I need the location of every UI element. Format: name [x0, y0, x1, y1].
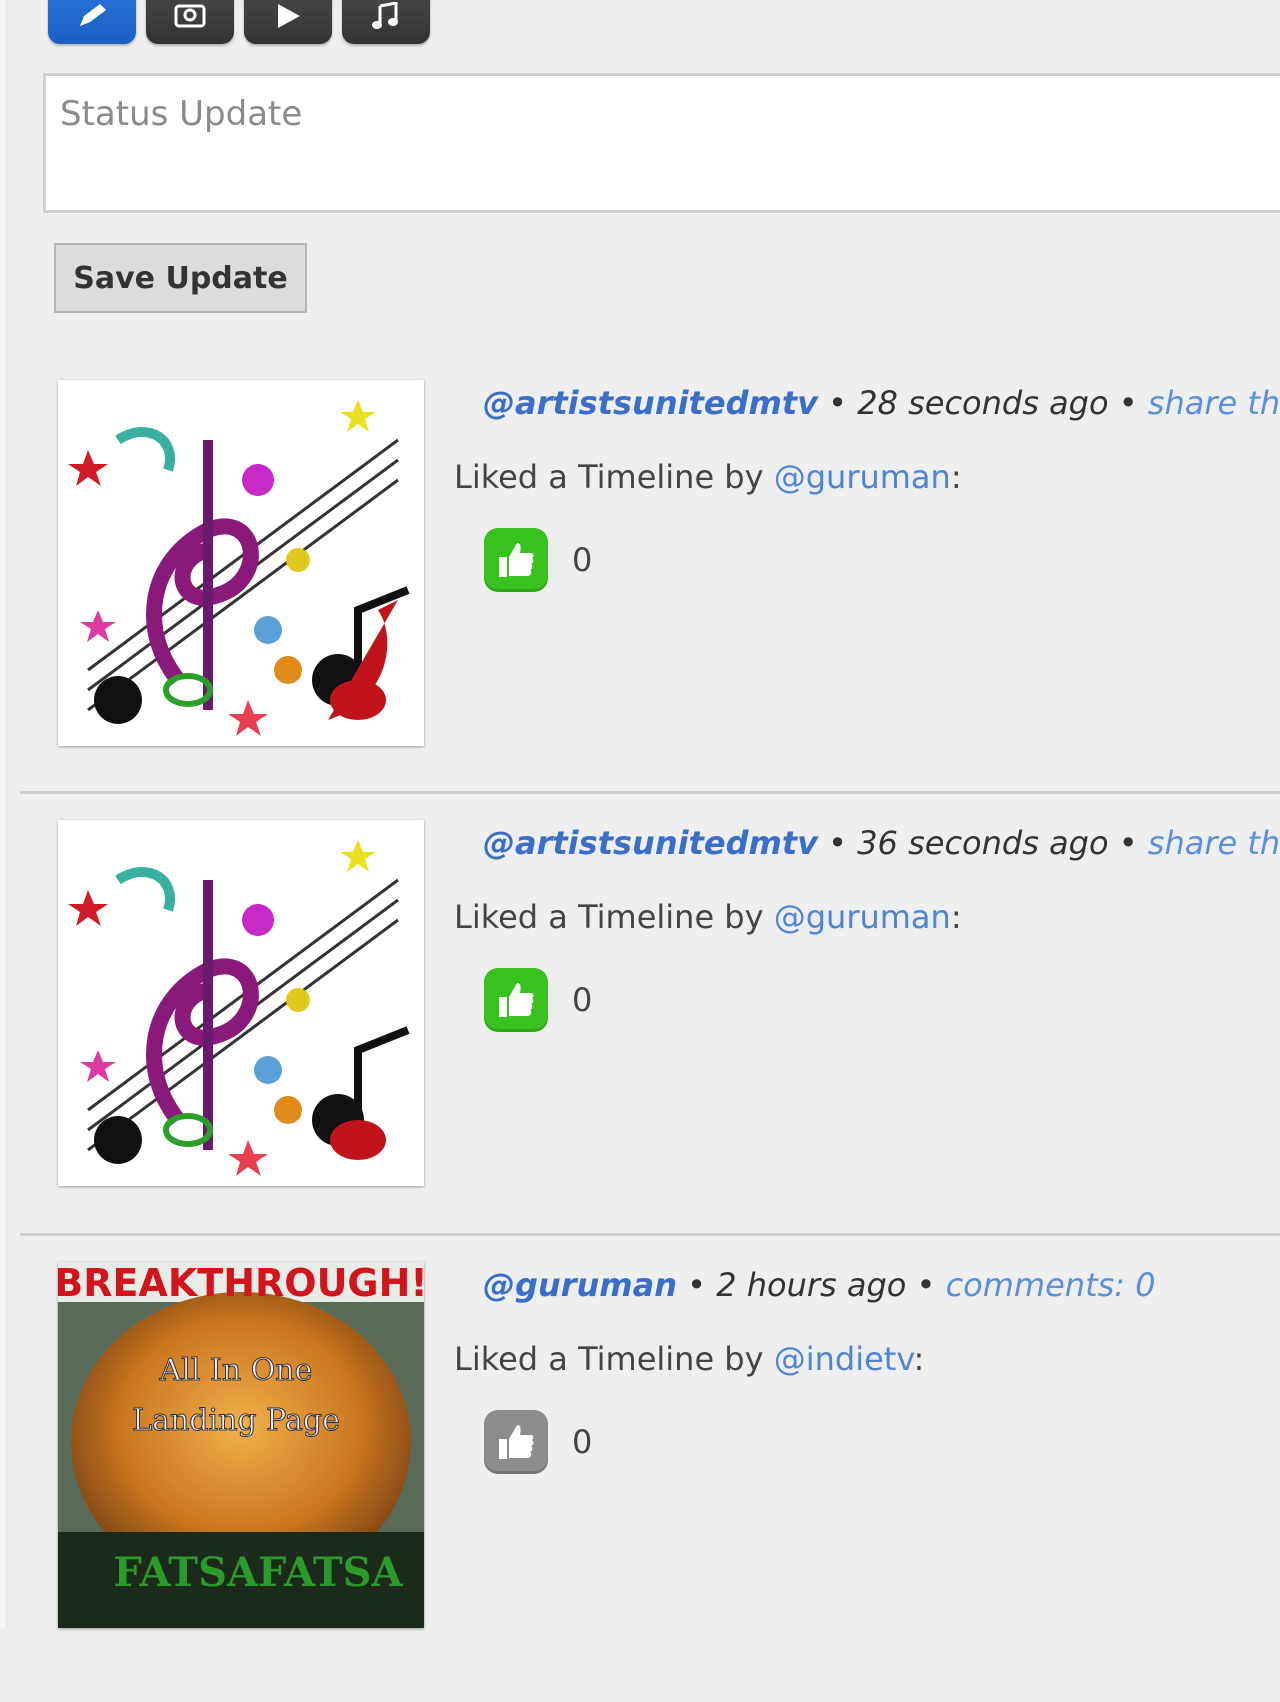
feed-item: @artistsunitedmtv • 36 seconds ago • sha…: [0, 820, 1280, 1260]
post-thumbnail[interactable]: [58, 820, 424, 1186]
like-button[interactable]: [484, 1410, 548, 1474]
thumbnail-brand: FATSAFATSA: [113, 1549, 403, 1596]
activity-text: Liked a Timeline by @indietv:: [454, 1340, 924, 1378]
like-count: 0: [572, 541, 593, 579]
post-type-toolbar: [48, 0, 430, 46]
post-author-link[interactable]: @artistsunitedmtv: [483, 384, 818, 422]
post-timestamp: 36 seconds ago: [857, 824, 1109, 862]
feed-item: BREAKTHROUGH! All In One Landing Page FA…: [0, 1262, 1280, 1702]
share-link[interactable]: share th: [1148, 824, 1280, 862]
post-meta: @guruman • 2 hours ago • comments: 0: [483, 1266, 1156, 1304]
meta-separator: •: [1118, 384, 1148, 422]
photo-post-button[interactable]: [146, 0, 234, 44]
activity-text: Liked a Timeline by @guruman:: [454, 458, 962, 496]
like-row: 0: [484, 528, 592, 592]
thumbnail-line2: Landing Page: [132, 1403, 340, 1438]
thumbs-up-icon: [499, 543, 534, 577]
camera-icon: [174, 4, 206, 28]
music-notes-image: [58, 380, 424, 746]
post-timestamp: 2 hours ago: [716, 1266, 907, 1304]
like-button[interactable]: [484, 968, 548, 1032]
activity-prefix: Liked a Timeline by: [454, 458, 774, 496]
meta-separator: •: [828, 384, 858, 422]
comments-link[interactable]: comments: 0: [946, 1266, 1156, 1304]
meta-separator: •: [828, 824, 858, 862]
activity-suffix: :: [950, 898, 962, 936]
feed-divider: [20, 1233, 1280, 1236]
play-icon: [278, 4, 300, 28]
activity-suffix: :: [913, 1340, 925, 1378]
video-post-button[interactable]: [244, 0, 332, 44]
feed-divider: [20, 791, 1280, 794]
activity-suffix: :: [950, 458, 962, 496]
audio-post-button[interactable]: [342, 0, 430, 44]
text-post-button[interactable]: [48, 0, 136, 44]
activity-text: Liked a Timeline by @guruman:: [454, 898, 962, 936]
post-meta: @artistsunitedmtv • 36 seconds ago • sha…: [483, 824, 1280, 862]
post-timestamp: 28 seconds ago: [857, 384, 1109, 422]
like-count: 0: [572, 981, 593, 1019]
activity-prefix: Liked a Timeline by: [454, 898, 774, 936]
thumbnail-line1: All In One: [159, 1353, 313, 1388]
status-update-input[interactable]: [43, 73, 1280, 213]
thumbs-up-icon: [499, 1425, 534, 1459]
like-row: 0: [484, 1410, 592, 1474]
like-button[interactable]: [484, 528, 548, 592]
mention-link[interactable]: @indietv: [774, 1340, 914, 1378]
meta-separator: •: [687, 1266, 717, 1304]
post-thumbnail[interactable]: BREAKTHROUGH! All In One Landing Page FA…: [58, 1262, 424, 1628]
meta-separator: •: [916, 1266, 946, 1304]
meta-separator: •: [1118, 824, 1148, 862]
thumbs-up-icon: [499, 983, 534, 1017]
like-row: 0: [484, 968, 592, 1032]
pencil-icon: [80, 4, 106, 26]
save-update-button[interactable]: Save Update: [54, 243, 307, 313]
feed-item: @artistsunitedmtv • 28 seconds ago • sha…: [0, 380, 1280, 820]
music-note-icon: [372, 2, 398, 29]
share-link[interactable]: share th: [1148, 384, 1280, 422]
like-count: 0: [572, 1423, 593, 1461]
mention-link[interactable]: @guruman: [774, 458, 951, 496]
thumbnail-headline: BREAKTHROUGH!: [58, 1262, 424, 1305]
breakthrough-image: BREAKTHROUGH! All In One Landing Page FA…: [58, 1262, 424, 1628]
post-thumbnail[interactable]: [58, 380, 424, 746]
activity-prefix: Liked a Timeline by: [454, 1340, 774, 1378]
post-meta: @artistsunitedmtv • 28 seconds ago • sha…: [483, 384, 1280, 422]
post-author-link[interactable]: @artistsunitedmtv: [483, 824, 818, 862]
music-notes-image: [58, 820, 424, 1186]
post-author-link[interactable]: @guruman: [483, 1266, 677, 1304]
mention-link[interactable]: @guruman: [774, 898, 951, 936]
